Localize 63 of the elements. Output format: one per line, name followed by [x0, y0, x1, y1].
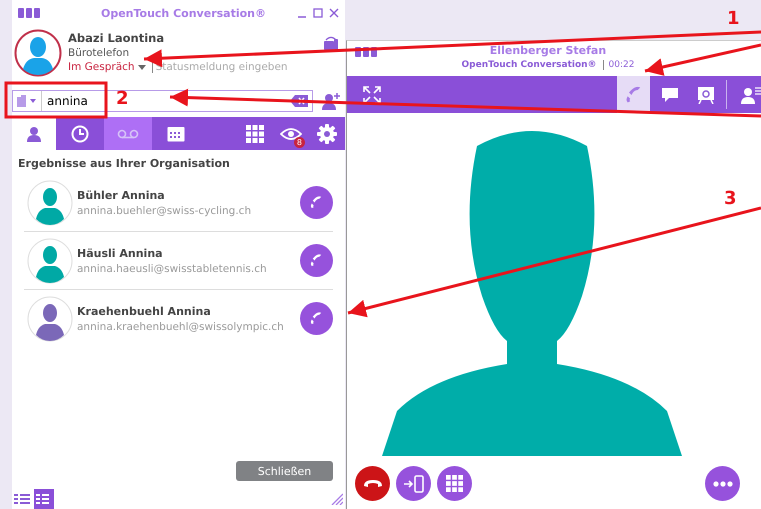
transfer-button[interactable]	[396, 466, 431, 501]
voicemail-icon	[117, 128, 139, 138]
count-badge: 8	[294, 137, 305, 148]
annotation-number: 3	[724, 188, 737, 209]
close-button[interactable]	[329, 8, 339, 18]
settings-icon	[317, 124, 337, 144]
window-title: OpenTouch Conversation®	[100, 6, 268, 20]
annotation-number: 2	[116, 88, 129, 109]
clock-icon	[71, 124, 89, 142]
app-name: OpenTouch Conversation®	[462, 60, 597, 70]
maximize-icon	[313, 8, 323, 18]
contact-name: Häusli Annina	[77, 246, 164, 260]
call-duration: 00:22	[602, 60, 634, 70]
caller-name: Ellenberger Stefan	[490, 44, 606, 57]
resize-grip-icon[interactable]	[331, 493, 343, 505]
contact-email: annina.buehler@swiss-cycling.ch	[77, 204, 252, 216]
hangup-button[interactable]	[355, 466, 390, 501]
eye-icon	[280, 126, 302, 140]
more-icon	[712, 480, 732, 486]
logo-icon	[18, 6, 40, 20]
device-label: Bürotelefon	[68, 47, 130, 59]
contact-name: Bühler Annina	[77, 188, 166, 202]
watch-button[interactable]: 8	[273, 117, 309, 150]
logo-icon	[355, 45, 377, 59]
chat-icon	[660, 86, 678, 102]
annotation-number: 1	[727, 8, 740, 29]
phone-icon	[309, 253, 324, 268]
dialpad-button[interactable]	[437, 466, 472, 501]
person-icon	[26, 126, 42, 142]
detail-list-icon	[36, 493, 52, 505]
contact-name: Kraehenbuehl Annina	[77, 304, 212, 318]
presence-dropdown[interactable]: Im Gespräch	[68, 61, 146, 73]
call-button[interactable]	[300, 244, 333, 277]
minimize-icon	[297, 16, 307, 18]
phone-icon	[309, 195, 324, 210]
contact-email: annina.kraehenbuehl@swissolympic.ch	[77, 320, 285, 332]
contact-list-icon	[740, 86, 760, 104]
contacts-tab[interactable]	[12, 117, 56, 150]
caret-icon	[138, 64, 146, 70]
dialpad-icon	[246, 124, 264, 142]
call-button[interactable]	[300, 302, 333, 335]
results-heading: Ergebnisse aus Ihrer Organisation	[18, 156, 231, 172]
hangup-icon	[362, 478, 382, 488]
building-icon	[17, 95, 37, 107]
close-icon	[329, 8, 339, 18]
clear-icon[interactable]	[290, 95, 308, 107]
user-name: Abazi Laontina	[68, 31, 166, 45]
phone-button[interactable]	[617, 76, 650, 113]
call-button[interactable]	[300, 186, 333, 219]
screen-share-icon	[696, 86, 714, 104]
contact-email: annina.haeusli@swisstabletennis.ch	[77, 262, 268, 274]
phone-icon	[309, 311, 324, 326]
more-button[interactable]	[705, 466, 740, 501]
dialpad-icon	[446, 475, 463, 492]
fullscreen-icon[interactable]	[363, 86, 381, 104]
detail-view-button[interactable]	[34, 489, 54, 509]
add-contact-icon[interactable]	[321, 92, 341, 110]
maximize-button[interactable]	[313, 8, 323, 18]
device-icon[interactable]	[323, 35, 339, 51]
close-button[interactable]: Schließen	[236, 461, 333, 481]
calendar-icon	[167, 126, 185, 142]
list-icon	[14, 493, 30, 505]
transfer-to-phone-icon	[402, 474, 424, 492]
